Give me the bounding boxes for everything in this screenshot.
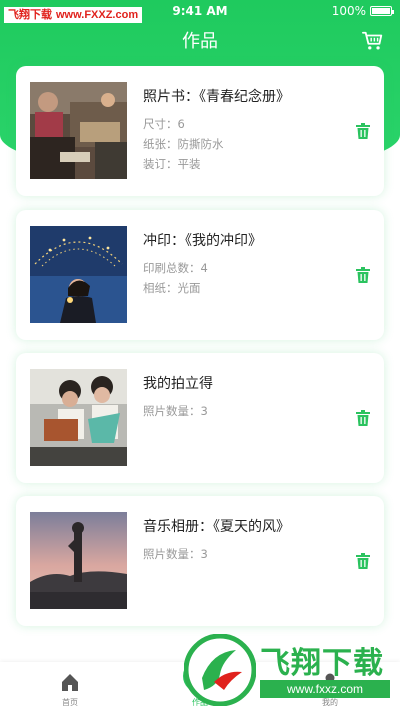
- page-title: 作品: [182, 31, 218, 52]
- trash-icon[interactable]: [356, 553, 370, 569]
- trash-icon[interactable]: [356, 123, 370, 139]
- meta-value: 平装: [177, 157, 201, 171]
- children-basket-photo[interactable]: [30, 369, 127, 466]
- status-bar: 飞翔下载 www.FXXZ.com 9:41 AM 100%: [0, 0, 400, 23]
- meta-row-photo-paper: 相纸：光面: [143, 278, 208, 298]
- work-title: 我的拍立得: [143, 376, 213, 392]
- meta-row-binding: 装订：平装: [143, 154, 224, 174]
- battery-indicator: 100%: [331, 4, 394, 18]
- work-card-photo-book[interactable]: 照片书：《青春纪念册》 尺寸：6 纸张：防撕防水 装订：平装: [16, 66, 384, 196]
- work-card-music-album[interactable]: 音乐相册：《夏天的风》 照片数量：3: [16, 496, 384, 626]
- girl-umbrella-lights-photo[interactable]: [30, 226, 127, 323]
- watermark-logo-url: www.fxxz.com: [260, 680, 390, 698]
- watermark-logo-text: 飞翔下载: [260, 646, 384, 681]
- meta-row-size: 尺寸：6: [143, 114, 224, 134]
- work-meta: 照片数量：3: [143, 544, 208, 564]
- work-title: 音乐相册：《夏天的风》: [143, 519, 290, 535]
- meta-value: 光面: [177, 281, 201, 295]
- meta-label: 相纸：: [143, 281, 178, 295]
- meta-value: 6: [177, 117, 185, 131]
- home-icon: [62, 674, 78, 691]
- work-meta: 印刷总数：4 相纸：光面: [143, 258, 208, 298]
- work-title: 照片书：《青春纪念册》: [143, 89, 290, 105]
- cart-icon[interactable]: [362, 30, 384, 52]
- meta-value: 防撕防水: [177, 137, 224, 151]
- work-meta: 尺寸：6 纸张：防撕防水 装订：平装: [143, 114, 224, 174]
- meta-row-print-total: 印刷总数：4: [143, 258, 208, 278]
- watermark-logo: 飞翔下载 www.fxxz.com: [180, 632, 396, 708]
- meta-value: 4: [200, 261, 208, 275]
- watermark-logo-icon: [184, 634, 256, 706]
- meta-value: 3: [200, 404, 208, 418]
- meta-row-paper: 纸张：防撕防水: [143, 134, 224, 154]
- sunset-silhouette-photo[interactable]: [30, 512, 127, 609]
- tab-label: 首页: [62, 698, 78, 707]
- work-card-print[interactable]: 冲印：《我的冲印》 印刷总数：4 相纸：光面: [16, 210, 384, 340]
- meta-value: 3: [200, 547, 208, 561]
- meta-label: 尺寸：: [143, 117, 178, 131]
- meta-label: 照片数量：: [143, 404, 201, 418]
- work-title: 冲印：《我的冲印》: [143, 233, 262, 249]
- work-card-instant[interactable]: 我的拍立得 照片数量：3: [16, 353, 384, 483]
- meta-row-photo-count: 照片数量：3: [143, 401, 208, 421]
- meta-label: 纸张：: [143, 137, 178, 151]
- trash-icon[interactable]: [356, 267, 370, 283]
- meta-label: 装订：: [143, 157, 178, 171]
- tab-home[interactable]: 首页: [30, 662, 110, 712]
- street-market-photo[interactable]: [30, 82, 127, 179]
- trash-icon[interactable]: [356, 410, 370, 426]
- battery-icon: [370, 6, 394, 16]
- meta-label: 照片数量：: [143, 547, 201, 561]
- battery-percent: 100%: [331, 4, 366, 18]
- work-meta: 照片数量：3: [143, 401, 208, 421]
- meta-label: 印刷总数：: [143, 261, 201, 275]
- meta-row-photo-count: 照片数量：3: [143, 544, 208, 564]
